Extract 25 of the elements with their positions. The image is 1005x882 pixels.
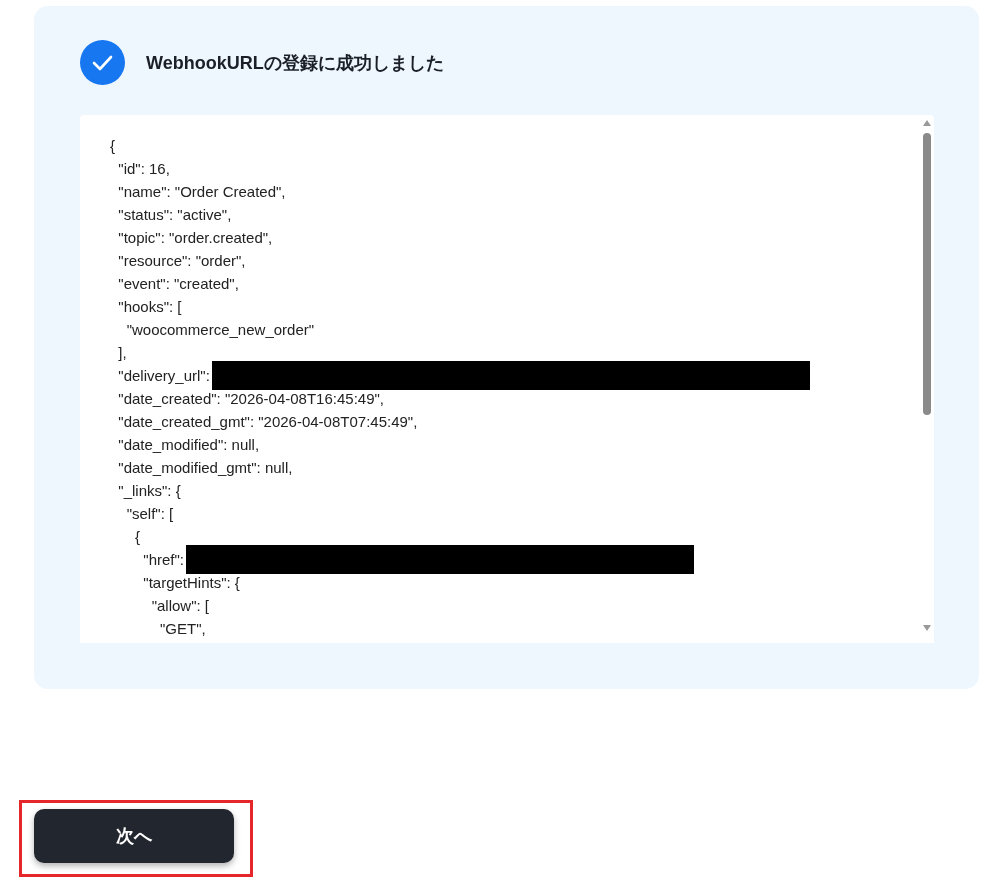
code-line: "date_modified": null,	[117, 436, 260, 453]
code-line: "_links": {	[117, 482, 181, 499]
code-line: "GET",	[159, 620, 206, 637]
code-line: "status": "active",	[117, 206, 232, 223]
code-line: "event": "created",	[117, 275, 239, 292]
code-line: ],	[117, 344, 127, 361]
code-line: "date_modified_gmt": null,	[117, 459, 293, 476]
code-line: "delivery_url":	[117, 367, 210, 384]
code-line: "date_created": "2026-04-08T16:45:49",	[117, 390, 384, 407]
code-line: "topic": "order.created",	[117, 229, 273, 246]
code-line: {	[110, 137, 115, 154]
code-line: "href":	[142, 551, 184, 568]
panel-title: WebhookURLの登録に成功しました	[146, 51, 444, 75]
next-button[interactable]: 次へ	[34, 809, 234, 863]
code-line: "targetHints": {	[142, 574, 240, 591]
code-line: "date_created_gmt": "2026-04-08T07:45:49",	[117, 413, 418, 430]
code-line: "name": "Order Created",	[117, 183, 286, 200]
code-line: {	[134, 528, 140, 545]
code-line: "self": [	[125, 505, 174, 522]
code-line: "hooks": [	[117, 298, 182, 315]
success-check-icon	[80, 40, 125, 85]
code-line: "resource": "order",	[117, 252, 246, 269]
code-line: "id": 16,	[117, 160, 170, 177]
code-line: "woocommerce_new_order"	[125, 321, 315, 338]
code-line: "allow": [	[150, 597, 209, 614]
